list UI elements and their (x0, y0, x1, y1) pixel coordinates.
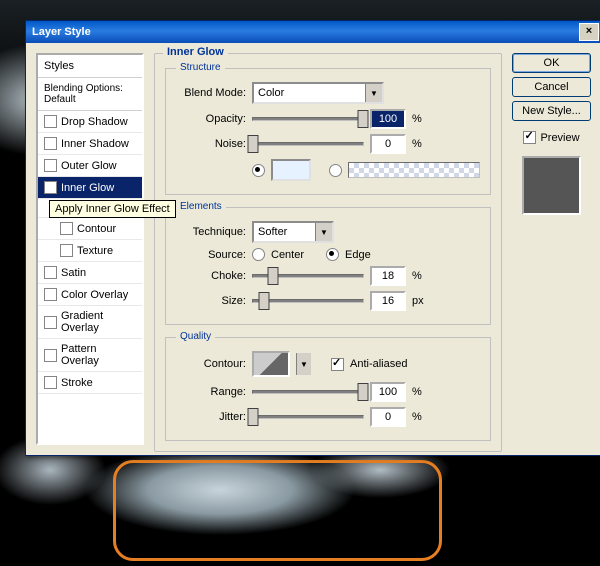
styles-header[interactable]: Styles (38, 55, 142, 78)
preview-checkbox[interactable] (523, 131, 536, 144)
range-slider[interactable] (252, 390, 364, 394)
style-checkbox[interactable] (44, 349, 57, 362)
jitter-label: Jitter: (176, 411, 246, 423)
style-item-gradient-overlay[interactable]: Gradient Overlay (38, 306, 142, 339)
highlight-annotation (113, 460, 442, 561)
style-label: Texture (77, 245, 113, 257)
style-item-outer-glow[interactable]: Outer Glow (38, 155, 142, 177)
dialog-title: Layer Style (32, 26, 579, 38)
chevron-down-icon[interactable]: ▼ (296, 353, 311, 375)
noise-label: Noise: (176, 138, 246, 150)
style-item-pattern-overlay[interactable]: Pattern Overlay (38, 339, 142, 372)
panel-title: Inner Glow (163, 46, 228, 58)
style-checkbox[interactable] (44, 137, 57, 150)
titlebar[interactable]: Layer Style × (26, 21, 600, 43)
style-label: Contour (77, 223, 116, 235)
tooltip: Apply Inner Glow Effect (49, 200, 176, 218)
style-label: Stroke (61, 377, 93, 389)
layer-style-dialog: Layer Style × Styles Blending Options: D… (25, 20, 600, 456)
chevron-down-icon: ▼ (365, 84, 382, 102)
source-center-radio[interactable] (252, 248, 265, 261)
style-label: Inner Shadow (61, 138, 129, 150)
style-checkbox[interactable] (44, 181, 57, 194)
style-label: Pattern Overlay (61, 343, 136, 367)
style-checkbox[interactable] (60, 244, 73, 257)
style-checkbox[interactable] (44, 115, 57, 128)
range-input[interactable] (370, 382, 406, 402)
chevron-down-icon: ▼ (315, 223, 332, 241)
style-item-color-overlay[interactable]: Color Overlay (38, 284, 142, 306)
gradient-radio[interactable] (329, 164, 342, 177)
noise-input[interactable] (370, 134, 406, 154)
jitter-input[interactable] (370, 407, 406, 427)
source-edge-radio[interactable] (326, 248, 339, 261)
style-label: Color Overlay (61, 289, 128, 301)
style-checkbox[interactable] (60, 222, 73, 235)
style-checkbox[interactable] (44, 159, 57, 172)
color-radio[interactable] (252, 164, 265, 177)
anti-aliased-checkbox[interactable] (331, 358, 344, 371)
new-style-button[interactable]: New Style... (512, 101, 591, 121)
choke-input[interactable] (370, 266, 406, 286)
style-checkbox[interactable] (44, 288, 57, 301)
glow-color-swatch[interactable] (271, 159, 311, 181)
contour-picker[interactable] (252, 351, 290, 377)
size-slider[interactable] (252, 299, 364, 303)
quality-legend: Quality (176, 331, 215, 342)
contour-label: Contour: (176, 358, 246, 370)
style-checkbox[interactable] (44, 376, 57, 389)
style-label: Gradient Overlay (61, 310, 136, 334)
style-item-inner-glow[interactable]: Inner Glow (38, 177, 142, 199)
dialog-buttons: OK Cancel New Style... Preview (512, 53, 591, 445)
settings-panel: Inner Glow Structure Blend Mode: Color ▼… (154, 53, 502, 445)
source-label: Source: (176, 249, 246, 261)
style-item-drop-shadow[interactable]: Drop Shadow (38, 111, 142, 133)
ok-button[interactable]: OK (512, 53, 591, 73)
technique-select[interactable]: Softer ▼ (252, 221, 334, 243)
style-item-inner-shadow[interactable]: Inner Shadow (38, 133, 142, 155)
style-item-stroke[interactable]: Stroke (38, 372, 142, 394)
glow-gradient-swatch[interactable] (348, 162, 480, 178)
cancel-button[interactable]: Cancel (512, 77, 591, 97)
opacity-input[interactable] (370, 109, 406, 129)
style-item-texture[interactable]: Texture (38, 240, 142, 262)
style-checkbox[interactable] (44, 316, 57, 329)
style-label: Drop Shadow (61, 116, 128, 128)
style-checkbox[interactable] (44, 266, 57, 279)
range-label: Range: (176, 386, 246, 398)
blending-options[interactable]: Blending Options: Default (38, 78, 142, 111)
opacity-slider[interactable] (252, 117, 364, 121)
size-input[interactable] (370, 291, 406, 311)
style-label: Satin (61, 267, 86, 279)
style-label: Outer Glow (61, 160, 117, 172)
jitter-slider[interactable] (252, 415, 364, 419)
opacity-label: Opacity: (176, 113, 246, 125)
styles-list: Styles Blending Options: Default Drop Sh… (36, 53, 144, 445)
preview-swatch (522, 156, 581, 215)
choke-slider[interactable] (252, 274, 364, 278)
choke-label: Choke: (176, 270, 246, 282)
blend-mode-select[interactable]: Color ▼ (252, 82, 384, 104)
close-icon[interactable]: × (579, 23, 599, 41)
size-label: Size: (176, 295, 246, 307)
noise-slider[interactable] (252, 142, 364, 146)
elements-legend: Elements (176, 201, 226, 212)
blend-mode-label: Blend Mode: (176, 87, 246, 99)
technique-label: Technique: (176, 226, 246, 238)
style-item-contour[interactable]: Contour (38, 218, 142, 240)
style-label: Inner Glow (61, 182, 114, 194)
style-item-satin[interactable]: Satin (38, 262, 142, 284)
structure-legend: Structure (176, 62, 225, 73)
